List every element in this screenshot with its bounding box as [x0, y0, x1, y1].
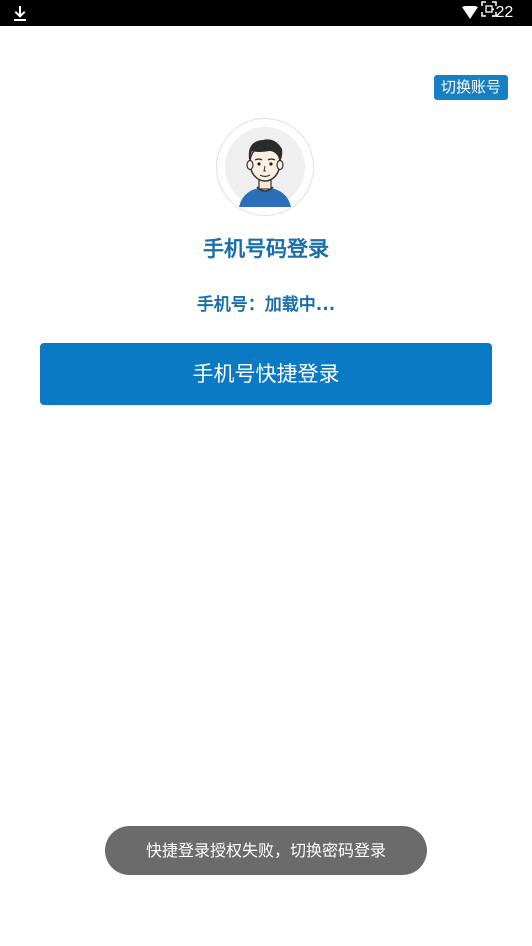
- avatar: [216, 118, 314, 216]
- screen: :22 切换账号 手机号码登录 手机号：加载中... 手机号快捷登录 快捷登录授…: [0, 0, 532, 946]
- user-avatar-icon: [225, 127, 305, 207]
- status-time: :22: [491, 4, 514, 21]
- phone-number-status: 手机号：加载中...: [196, 295, 336, 315]
- download-icon: [14, 6, 26, 21]
- quick-login-button[interactable]: 手机号快捷登录: [40, 343, 492, 405]
- wifi-icon: [462, 6, 478, 19]
- status-bar: :22: [0, 0, 532, 26]
- page-title: 手机号码登录: [203, 237, 329, 261]
- switch-account-button[interactable]: 切换账号: [434, 75, 508, 100]
- toast-message: 快捷登录授权失败，切换密码登录: [105, 826, 427, 875]
